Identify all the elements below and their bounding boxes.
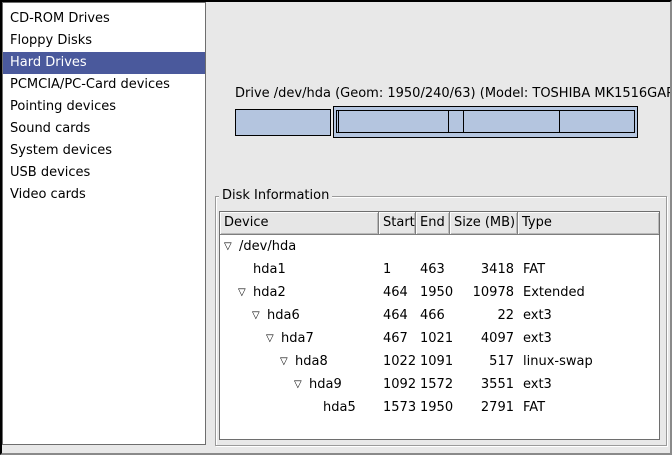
table-row-hda5[interactable]: hda5 157319502791FAT: [220, 396, 659, 419]
end-cell: 1950: [416, 281, 450, 304]
table-row-hda9[interactable]: ▽hda9109215723551ext3: [220, 373, 659, 396]
partition-bar: [235, 106, 638, 138]
start-cell: 464: [379, 281, 416, 304]
table-row-hda6[interactable]: ▽hda646446622ext3: [220, 304, 659, 327]
type-cell: Extended: [518, 281, 659, 304]
sidebar-item-video-cards[interactable]: Video cards: [3, 184, 205, 206]
expander-icon[interactable]: ▽: [252, 304, 267, 327]
device-name: hda1: [253, 258, 286, 281]
drive-title: Drive /dev/hda (Geom: 1950/240/63) (Mode…: [235, 86, 638, 101]
end-cell: 1021: [416, 327, 450, 350]
partition-segment-hda8: [448, 110, 464, 133]
partition-segment-extended: [333, 106, 638, 138]
table-row--dev-hda[interactable]: ▽/dev/hda: [220, 235, 659, 258]
type-cell: FAT: [518, 396, 659, 419]
column-header-end[interactable]: End: [416, 212, 450, 235]
device-name: hda8: [295, 350, 328, 373]
disk-information-frame-label: Disk Information: [219, 188, 332, 203]
type-cell: [518, 235, 659, 258]
sidebar-item-hard-drives[interactable]: Hard Drives: [3, 52, 205, 74]
device-cell: hda5: [220, 396, 379, 419]
end-cell: 466: [416, 304, 450, 327]
column-header-type[interactable]: Type: [518, 212, 659, 235]
device-name: hda7: [281, 327, 314, 350]
device-category-list: CD-ROM DrivesFloppy DisksHard DrivesPCMC…: [2, 2, 206, 445]
disk-information-table: DeviceStartEndSize (MB)Type ▽/dev/hdahda…: [219, 211, 660, 440]
device-name: hda9: [309, 373, 342, 396]
start-cell: 1573: [379, 396, 416, 419]
size-cell: 3418: [450, 258, 518, 281]
type-cell: linux-swap: [518, 350, 659, 373]
table-row-hda2[interactable]: ▽hda2464195010978Extended: [220, 281, 659, 304]
end-cell: [416, 235, 450, 258]
expander-icon[interactable]: ▽: [224, 235, 239, 258]
column-header-size-mb-[interactable]: Size (MB): [450, 212, 518, 235]
hardware-browser-window: CD-ROM DrivesFloppy DisksHard DrivesPCMC…: [0, 0, 672, 455]
size-cell: 10978: [450, 281, 518, 304]
start-cell: 1092: [379, 373, 416, 396]
size-cell: 22: [450, 304, 518, 327]
device-cell: ▽/dev/hda: [220, 235, 379, 258]
sidebar-item-floppy-disks[interactable]: Floppy Disks: [3, 30, 205, 52]
expander-icon[interactable]: ▽: [238, 281, 253, 304]
size-cell: 2791: [450, 396, 518, 419]
end-cell: 463: [416, 258, 450, 281]
start-cell: 1022: [379, 350, 416, 373]
size-cell: [450, 235, 518, 258]
column-header-start[interactable]: Start: [379, 212, 416, 235]
device-cell: ▽hda9: [220, 373, 379, 396]
sidebar-item-system-devices[interactable]: System devices: [3, 140, 205, 162]
size-cell: 3551: [450, 373, 518, 396]
table-body: ▽/dev/hdahda114633418FAT▽hda246419501097…: [220, 235, 659, 419]
expander-icon[interactable]: ▽: [280, 350, 295, 373]
disk-information-frame: Disk Information DeviceStartEndSize (MB)…: [215, 196, 667, 446]
device-name: /dev/hda: [239, 235, 296, 258]
device-cell: ▽hda6: [220, 304, 379, 327]
expander-icon[interactable]: ▽: [294, 373, 309, 396]
type-cell: ext3: [518, 327, 659, 350]
size-cell: 517: [450, 350, 518, 373]
size-cell: 4097: [450, 327, 518, 350]
device-cell: ▽hda8: [220, 350, 379, 373]
start-cell: [379, 235, 416, 258]
start-cell: 467: [379, 327, 416, 350]
device-cell: hda1: [220, 258, 379, 281]
logical-partitions-strip: [336, 110, 635, 133]
type-cell: ext3: [518, 373, 659, 396]
type-cell: FAT: [518, 258, 659, 281]
sidebar-item-pointing-devices[interactable]: Pointing devices: [3, 96, 205, 118]
sidebar-item-usb-devices[interactable]: USB devices: [3, 162, 205, 184]
end-cell: 1950: [416, 396, 450, 419]
table-row-hda1[interactable]: hda1 14633418FAT: [220, 258, 659, 281]
table-row-hda7[interactable]: ▽hda746710214097ext3: [220, 327, 659, 350]
partition-segment-primary: [235, 109, 331, 136]
sidebar-item-pcmcia-pc-card-devices[interactable]: PCMCIA/PC-Card devices: [3, 74, 205, 96]
start-cell: 1: [379, 258, 416, 281]
device-name: hda5: [323, 396, 356, 419]
partition-segment-hda7: [338, 110, 449, 133]
end-cell: 1572: [416, 373, 450, 396]
type-cell: ext3: [518, 304, 659, 327]
device-cell: ▽hda2: [220, 281, 379, 304]
partition-segment-hda9: [463, 110, 560, 133]
sidebar-item-cd-rom-drives[interactable]: CD-ROM Drives: [3, 8, 205, 30]
device-name: hda6: [267, 304, 300, 327]
device-cell: ▽hda7: [220, 327, 379, 350]
partition-segment-hda5: [559, 110, 635, 133]
start-cell: 464: [379, 304, 416, 327]
table-header-row: DeviceStartEndSize (MB)Type: [220, 212, 659, 235]
sidebar-item-sound-cards[interactable]: Sound cards: [3, 118, 205, 140]
expander-icon[interactable]: ▽: [266, 327, 281, 350]
column-header-device[interactable]: Device: [220, 212, 379, 235]
device-name: hda2: [253, 281, 286, 304]
end-cell: 1091: [416, 350, 450, 373]
table-row-hda8[interactable]: ▽hda810221091517linux-swap: [220, 350, 659, 373]
